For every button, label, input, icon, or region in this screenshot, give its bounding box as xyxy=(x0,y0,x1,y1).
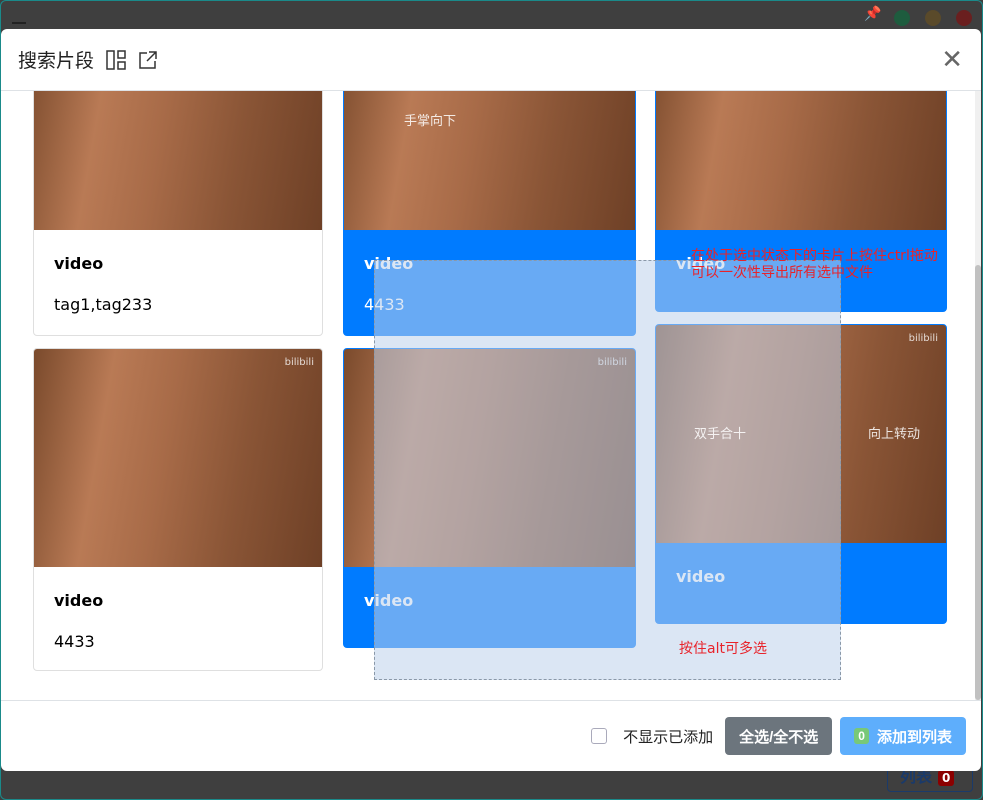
thumbnail-caption: 向上转动 xyxy=(868,427,921,442)
dialog-footer: 不显示已添加 全选/全不选 0 添加到列表 xyxy=(1,700,981,771)
clip-thumbnail xyxy=(656,91,946,230)
clip-card-selected[interactable]: bilibili video xyxy=(343,348,636,648)
selected-count-badge: 0 xyxy=(854,728,869,744)
alt-multiselect-hint: 按住alt可多选 xyxy=(679,641,767,657)
card-tag: 4433 xyxy=(54,632,95,651)
select-all-button[interactable]: 全选/全不选 xyxy=(725,717,833,755)
card-title: video xyxy=(676,567,726,586)
hide-added-label: 不显示已添加 xyxy=(623,727,714,746)
dialog-header: 搜索片段 ✕ xyxy=(1,29,981,91)
minimize-icon[interactable] xyxy=(12,22,26,24)
window-dot-yellow[interactable] xyxy=(925,10,941,26)
ctrl-drag-hint: 在处于选中状态下的卡片上按住ctrl拖动 可以一次性导出所有选中文件 xyxy=(691,248,938,281)
card-tag: 4433 xyxy=(364,295,405,314)
close-icon[interactable]: ✕ xyxy=(941,47,963,73)
card-title: video xyxy=(54,591,104,610)
thumbnail-caption: 手掌向下 xyxy=(404,114,457,129)
pin-icon[interactable]: 📌 xyxy=(864,6,881,22)
hide-added-checkbox[interactable] xyxy=(591,728,608,744)
card-title: video xyxy=(364,591,414,610)
card-tag: tag1,tag233 xyxy=(54,295,153,314)
scrollbar[interactable] xyxy=(975,91,981,700)
add-to-list-button[interactable]: 0 添加到列表 xyxy=(840,717,966,755)
external-link-icon[interactable] xyxy=(138,50,158,70)
bilibili-logo: bilibili xyxy=(908,333,938,344)
card-title: video xyxy=(364,254,414,273)
search-clips-dialog: 搜索片段 ✕ video tag1,tag233 手掌向下 video 4433… xyxy=(1,29,981,771)
clip-card-selected[interactable]: 手掌向下 video 4433 xyxy=(343,91,636,336)
clip-thumbnail: bilibili 双手合十 向上转动 xyxy=(656,325,946,543)
bilibili-logo: bilibili xyxy=(284,357,314,368)
scrollbar-thumb[interactable] xyxy=(975,265,981,700)
card-title: video xyxy=(54,254,104,273)
clip-card-selected[interactable]: bilibili 双手合十 向上转动 video xyxy=(655,324,947,624)
layout-icon[interactable] xyxy=(106,49,126,70)
clip-thumbnail: 手掌向下 xyxy=(344,91,635,230)
window-dot-green[interactable] xyxy=(894,10,910,26)
clip-card[interactable]: video tag1,tag233 xyxy=(33,91,323,336)
window-dot-red[interactable] xyxy=(956,10,972,26)
add-to-list-label: 添加到列表 xyxy=(876,728,952,746)
clip-thumbnail: bilibili xyxy=(34,349,322,567)
bilibili-logo: bilibili xyxy=(597,357,627,368)
clip-thumbnail: bilibili xyxy=(344,349,635,567)
thumbnail-caption: 双手合十 xyxy=(694,427,747,442)
clip-grid: video tag1,tag233 手掌向下 video 4433 video … xyxy=(1,91,981,700)
dialog-title: 搜索片段 xyxy=(18,50,95,72)
clip-card[interactable]: bilibili video 4433 xyxy=(33,348,323,671)
clip-thumbnail xyxy=(34,91,322,230)
